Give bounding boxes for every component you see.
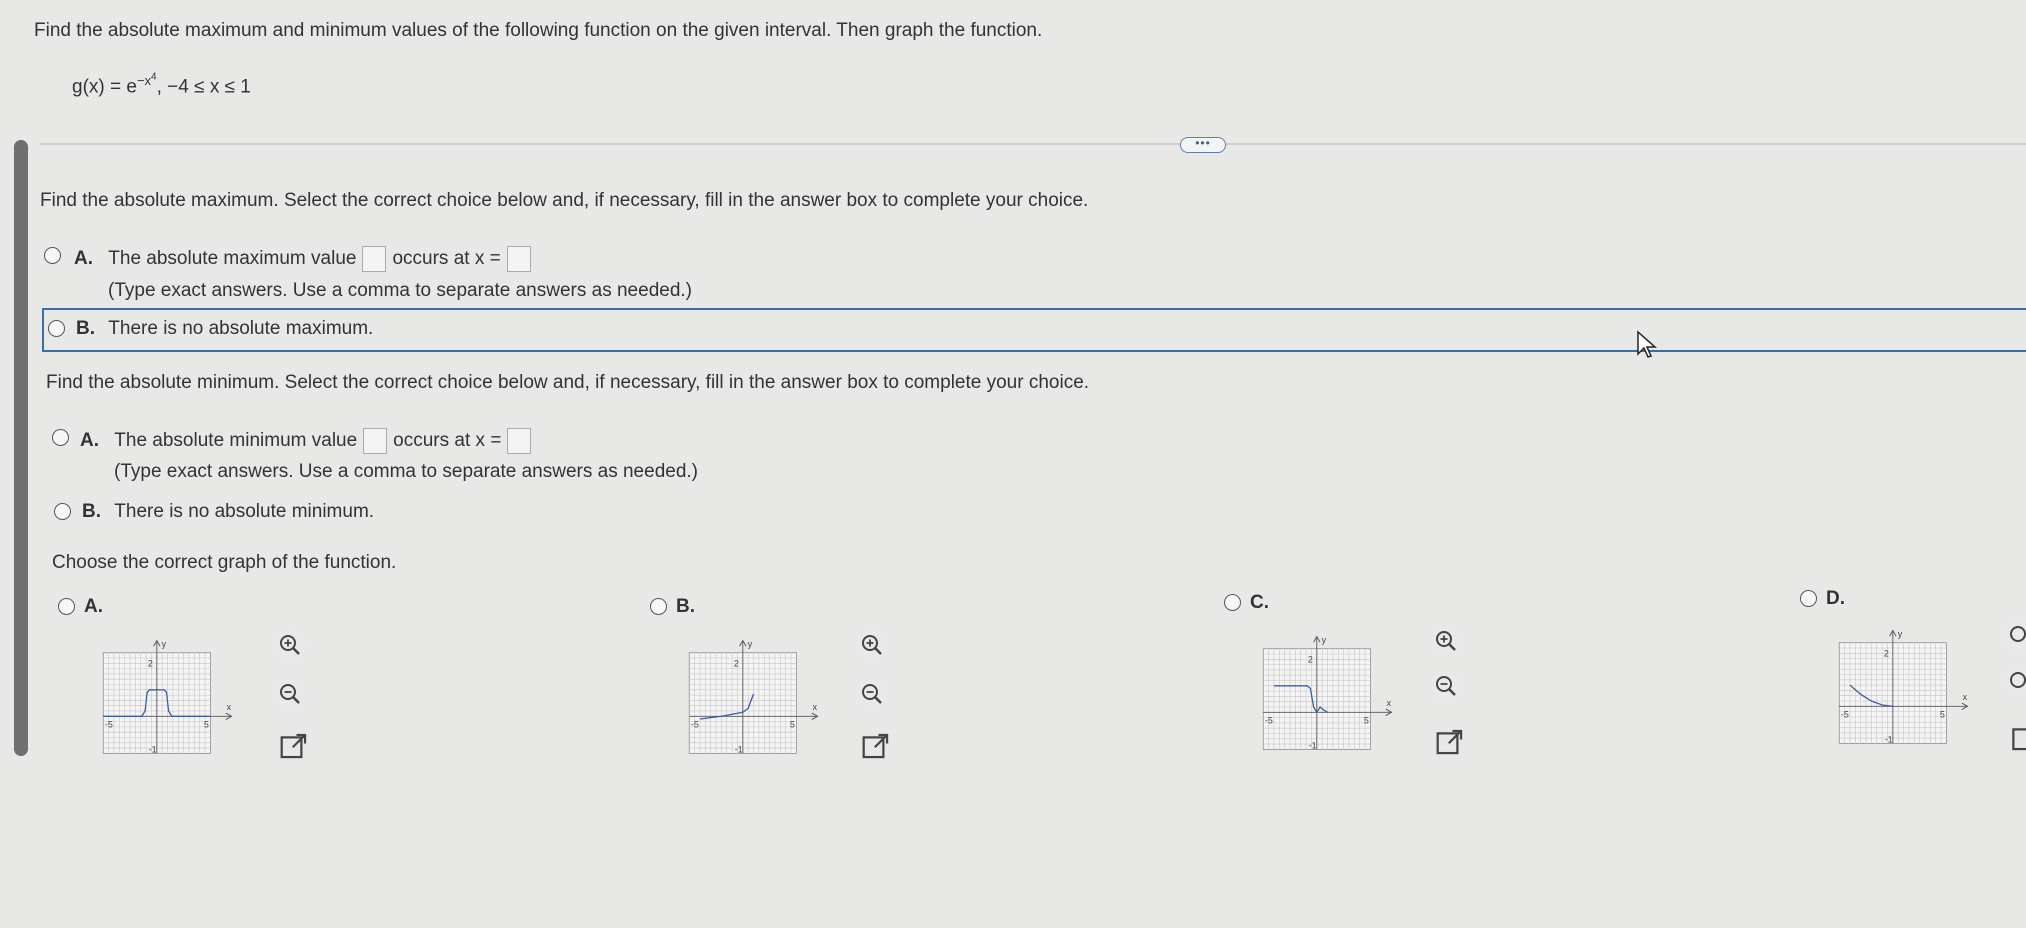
more-button[interactable]: •••: [1180, 137, 1226, 153]
graph-c-zoom-out-icon[interactable]: [1430, 670, 1462, 702]
graph-a-xmin-label: -5: [105, 720, 113, 730]
section-divider: [40, 143, 2026, 145]
graph-a-zoom-out-icon[interactable]: [274, 678, 306, 710]
graph-b-ytop-label: 2: [734, 659, 739, 669]
graph-c-ybottom-label: -1: [1309, 741, 1317, 751]
graph-c-popout-icon[interactable]: [1434, 726, 1466, 758]
graph-b-popout-icon[interactable]: [860, 730, 892, 762]
max-option-b-text: There is no absolute maximum.: [108, 318, 374, 339]
graph-option-d-radio[interactable]: [1800, 590, 1817, 607]
min-option-a-letter: A.: [80, 430, 99, 452]
graph-b[interactable]: 2y x -5 5 -1: [686, 636, 824, 762]
graph-option-c-radio[interactable]: [1224, 594, 1241, 611]
mouse-cursor-icon: [1637, 330, 1657, 358]
max-option-a: A. The absolute maximum value occurs at x…: [74, 246, 537, 272]
min-value-input[interactable]: [363, 428, 388, 454]
max-option-b-letter: B.: [76, 318, 95, 339]
max-option-a-text1: The absolute maximum value: [108, 248, 357, 270]
graph-b-zoom-in-icon[interactable]: [856, 629, 888, 661]
graph-c-ylabel: y: [1322, 635, 1327, 645]
function-exponent: −x: [136, 73, 152, 89]
min-option-a: A. The absolute minimum value occurs at x…: [80, 428, 537, 454]
graph-a-zoom-in-icon[interactable]: [274, 629, 306, 661]
max-option-a-hint: (Type exact answers. Use a comma to sepa…: [108, 280, 692, 301]
function-lhs: g(x) = e: [72, 76, 137, 98]
graph-d-xlabel: x: [1963, 692, 1968, 702]
graph-c-ytop-label: 2: [1308, 655, 1313, 665]
graph-a-ylabel: y: [162, 639, 167, 649]
max-option-b-radio[interactable]: [48, 320, 65, 337]
min-option-a-text1: The absolute minimum value: [114, 430, 358, 452]
min-option-a-text2: occurs at x =: [393, 430, 502, 452]
graph-option-d-letter: D.: [1826, 588, 1845, 609]
graph-a-xmax-label: 5: [204, 720, 209, 730]
graph-b-xmax-label: 5: [790, 720, 795, 730]
graph-a-ytop-label: 2: [148, 659, 153, 669]
min-option-b-text: There is no absolute minimum.: [114, 501, 375, 522]
graph-c-zoom-in-icon[interactable]: [1430, 625, 1462, 657]
graph-prompt: Choose the correct graph of the function…: [52, 552, 397, 573]
graph-option-a-letter: A.: [84, 596, 103, 617]
graph-c-xmax-label: 5: [1364, 716, 1369, 726]
max-value-input[interactable]: [362, 246, 387, 272]
graph-d-zoom-out-icon[interactable]: [2004, 666, 2026, 698]
graph-d-ybottom-label: -1: [1885, 735, 1893, 745]
graph-d-xmax-label: 5: [1940, 710, 1945, 720]
max-x-input[interactable]: [506, 246, 531, 272]
max-option-a-radio[interactable]: [44, 247, 61, 264]
max-option-b: B. There is no absolute maximum.: [76, 318, 373, 340]
function-interval: , −4 ≤ x ≤ 1: [156, 76, 251, 98]
problem-instruction: Find the absolute maximum and minimum va…: [34, 20, 1043, 41]
graph-d-popout-icon[interactable]: [2006, 722, 2026, 754]
graph-b-xlabel: x: [813, 702, 818, 712]
graph-d-ytop-label: 2: [1884, 649, 1889, 659]
graph-a-ybottom-label: -1: [149, 745, 157, 755]
min-option-a-radio[interactable]: [52, 429, 69, 446]
graph-d[interactable]: 2y x -5 5 -1: [1836, 626, 1974, 752]
graph-option-b-letter: B.: [676, 596, 695, 617]
graph-b-ylabel: y: [748, 639, 753, 649]
graph-b-zoom-out-icon[interactable]: [856, 678, 888, 710]
min-option-b: B. There is no absolute minimum.: [82, 501, 374, 523]
graph-d-zoom-in-icon[interactable]: [2004, 620, 2026, 652]
graph-d-xmin-label: -5: [1841, 710, 1849, 720]
min-option-a-hint: (Type exact answers. Use a comma to sepa…: [114, 461, 698, 482]
graph-b-xmin-label: -5: [691, 720, 699, 730]
graph-b-ybottom-label: -1: [735, 745, 743, 755]
graph-c-xlabel: x: [1387, 698, 1392, 708]
min-option-b-radio[interactable]: [54, 503, 71, 520]
graph-c-xmin-label: -5: [1265, 716, 1273, 726]
function-expression: g(x) = e−x4, −4 ≤ x ≤ 1: [72, 72, 251, 99]
maximum-prompt: Find the absolute maximum. Select the co…: [40, 190, 1089, 211]
graph-option-a-radio[interactable]: [58, 598, 75, 615]
max-option-a-text2: occurs at x =: [392, 248, 501, 270]
max-option-a-letter: A.: [74, 248, 93, 270]
graph-d-ylabel: y: [1898, 629, 1903, 639]
graph-option-c-letter: C.: [1250, 592, 1269, 613]
graph-option-b-radio[interactable]: [650, 598, 667, 615]
graph-a[interactable]: 2y x -5 5 -1: [100, 636, 238, 762]
min-option-b-letter: B.: [82, 501, 101, 522]
left-scrollbar[interactable]: [14, 140, 28, 756]
graph-a-xlabel: x: [227, 702, 232, 712]
graph-a-popout-icon[interactable]: [278, 730, 310, 762]
graph-c[interactable]: 2y x -5 5 -1: [1260, 632, 1398, 758]
min-x-input[interactable]: [507, 428, 532, 454]
minimum-prompt: Find the absolute minimum. Select the co…: [46, 372, 1090, 393]
